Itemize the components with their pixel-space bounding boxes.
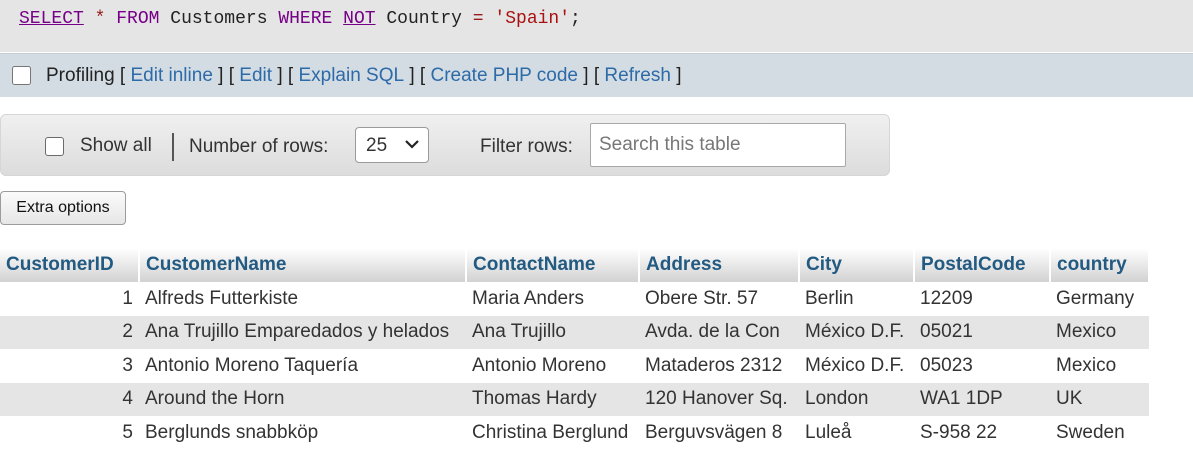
- sql-column-name: Country: [386, 9, 462, 29]
- cell-contactname: Thomas Hardy: [466, 382, 639, 416]
- cell-customerid: 2: [0, 315, 139, 349]
- table-row: 2 Ana Trujillo Emparedados y helados Ana…: [0, 315, 1149, 349]
- cell-country: Sweden: [1050, 416, 1149, 450]
- refresh-link[interactable]: Refresh: [604, 65, 671, 87]
- profiling-label: Profiling: [46, 64, 115, 86]
- sql-keyword-where: WHERE: [278, 9, 333, 29]
- column-header-city[interactable]: City: [799, 248, 915, 282]
- sql-keyword-not-link[interactable]: NOT: [343, 9, 375, 29]
- profiling-bar: Profiling [ Edit inline ] [ Edit ] [ Exp…: [0, 53, 1193, 97]
- column-header-customername[interactable]: CustomerName: [139, 248, 467, 282]
- cell-postalcode: 12209: [914, 282, 1050, 316]
- sql-string-value: 'Spain': [494, 9, 571, 29]
- sql-query-display: SELECT * FROM Customers WHERE NOT Countr…: [0, 0, 1193, 52]
- cell-city: Luleå: [799, 416, 914, 450]
- table-row: 1 Alfreds Futterkiste Maria Anders Obere…: [0, 282, 1149, 316]
- column-header-address[interactable]: Address: [639, 248, 800, 282]
- show-all-checkbox[interactable]: [45, 137, 64, 156]
- sql-table-name: Customers: [170, 9, 268, 29]
- create-php-code-link[interactable]: Create PHP code: [430, 65, 578, 87]
- cell-contactname: Ana Trujillo: [466, 315, 639, 349]
- cell-address: Avda. de la Con: [639, 315, 799, 349]
- column-header-customerid[interactable]: CustomerID: [0, 248, 140, 282]
- cell-country: Mexico: [1050, 315, 1149, 349]
- cell-postalcode: 05023: [914, 349, 1050, 383]
- profiling-checkbox[interactable]: [12, 66, 31, 85]
- cell-postalcode: S-958 22: [914, 416, 1050, 450]
- sql-semicolon: ;: [570, 9, 581, 29]
- edit-link[interactable]: Edit: [239, 65, 272, 87]
- sql-keyword-from: FROM: [116, 9, 160, 29]
- cell-postalcode: 05021: [914, 315, 1050, 349]
- column-header-contactname[interactable]: ContactName: [466, 248, 640, 282]
- results-table: CustomerID CustomerName ContactName Addr…: [0, 248, 1150, 450]
- rows-select-value: 25: [366, 135, 388, 156]
- cell-city: Berlin: [799, 282, 914, 316]
- divider: [172, 133, 174, 161]
- cell-address: Mataderos 2312: [639, 349, 799, 383]
- cell-postalcode: WA1 1DP: [914, 382, 1050, 416]
- table-row: 5 Berglunds snabbköp Christina Berglund …: [0, 416, 1149, 450]
- sql-operator: =: [472, 9, 484, 29]
- cell-address: Berguvsvägen 8: [639, 416, 799, 450]
- table-row: 3 Antonio Moreno Taquería Antonio Moreno…: [0, 349, 1149, 383]
- edit-inline-link[interactable]: Edit inline: [131, 65, 213, 87]
- cell-city: London: [799, 382, 914, 416]
- cell-country: UK: [1050, 382, 1149, 416]
- cell-contactname: Antonio Moreno: [466, 349, 639, 383]
- cell-contactname: Christina Berglund: [466, 416, 639, 450]
- cell-customername: Around the Horn: [139, 382, 466, 416]
- explain-sql-link[interactable]: Explain SQL: [298, 65, 404, 87]
- table-row: 4 Around the Horn Thomas Hardy 120 Hanov…: [0, 382, 1149, 416]
- cell-customername: Ana Trujillo Emparedados y helados: [139, 315, 466, 349]
- column-header-country[interactable]: country: [1050, 248, 1150, 282]
- cell-customername: Alfreds Futterkiste: [139, 282, 466, 316]
- cell-customername: Berglunds snabbköp: [139, 416, 466, 450]
- search-table-input[interactable]: [590, 123, 846, 167]
- cell-city: México D.F.: [799, 349, 914, 383]
- chevron-down-icon: [405, 140, 419, 149]
- cell-address: 120 Hanover Sq.: [639, 382, 799, 416]
- sql-star: *: [94, 9, 106, 29]
- sql-keyword-select-link[interactable]: SELECT: [19, 9, 84, 29]
- cell-country: Germany: [1050, 282, 1149, 316]
- cell-customerid: 1: [0, 282, 139, 316]
- number-of-rows-select[interactable]: 25: [355, 127, 429, 163]
- extra-options-button[interactable]: Extra options: [0, 191, 126, 225]
- cell-customerid: 5: [0, 416, 139, 450]
- table-header-row: CustomerID CustomerName ContactName Addr…: [0, 248, 1150, 282]
- filter-rows-label: Filter rows:: [480, 136, 573, 157]
- cell-customerid: 4: [0, 382, 139, 416]
- number-of-rows-label: Number of rows:: [189, 136, 329, 157]
- cell-address: Obere Str. 57: [639, 282, 799, 316]
- cell-contactname: Maria Anders: [466, 282, 639, 316]
- cell-city: México D.F.: [799, 315, 914, 349]
- show-all-label: Show all: [80, 135, 152, 156]
- cell-country: Mexico: [1050, 349, 1149, 383]
- column-header-postalcode[interactable]: PostalCode: [914, 248, 1051, 282]
- navigation-panel: Show all Number of rows: 25 Filter rows:: [0, 114, 890, 176]
- cell-customername: Antonio Moreno Taquería: [139, 349, 466, 383]
- cell-customerid: 3: [0, 349, 139, 383]
